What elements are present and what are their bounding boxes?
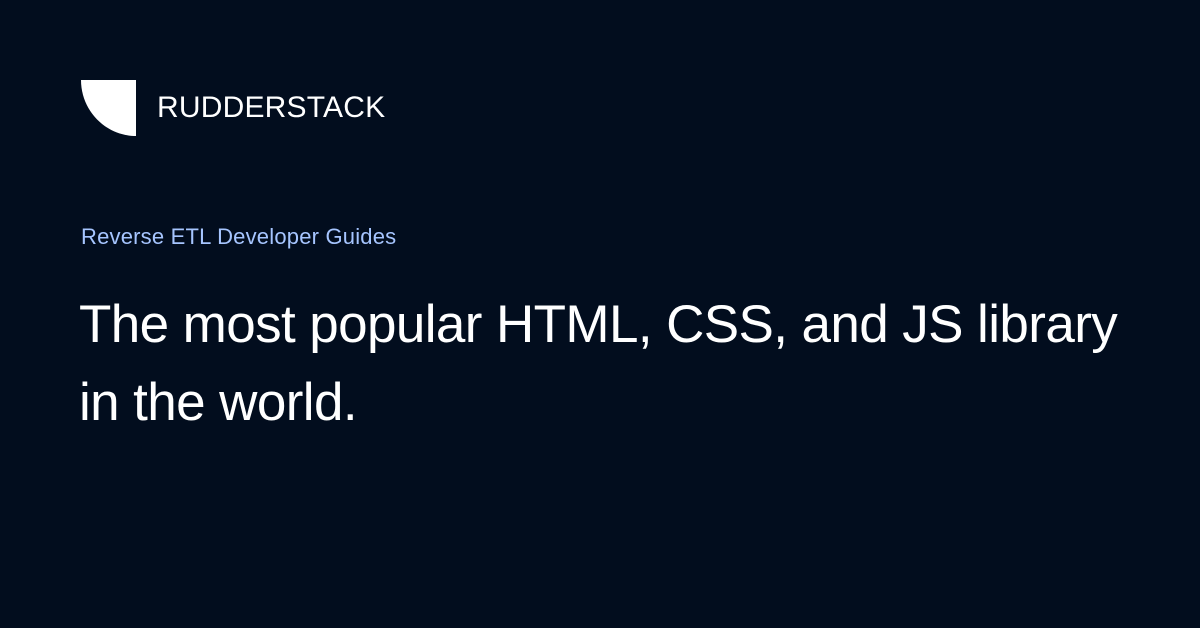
guide-category: Reverse ETL Developer Guides (81, 224, 397, 249)
social-card: RUDDERSTACK Reverse ETL Developer Guides… (0, 0, 1200, 628)
rudderstack-logo-icon (81, 80, 136, 136)
headline: The most popular HTML, CSS, and JS libra… (79, 295, 1118, 432)
brand-logo: RUDDERSTACK (81, 80, 385, 136)
brand-name: RUDDERSTACK (157, 91, 386, 124)
